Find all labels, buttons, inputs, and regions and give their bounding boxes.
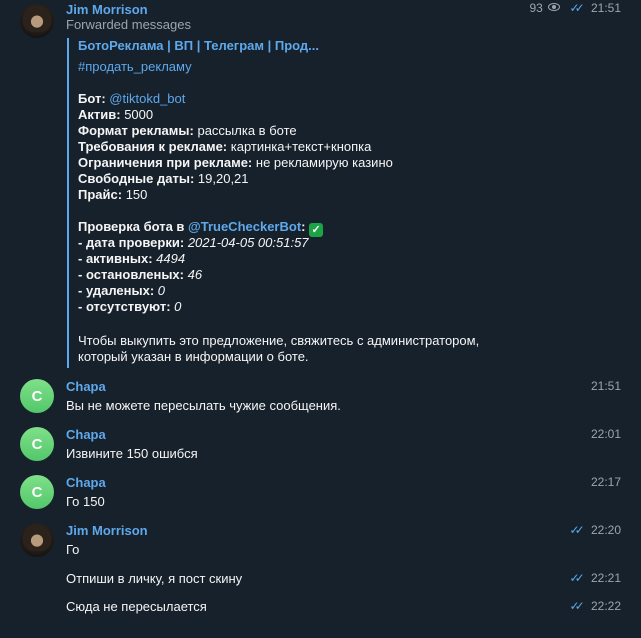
requirements-label: Требования к рекламе: — [78, 139, 228, 154]
checker-bot-link[interactable]: @TrueCheckerBot — [188, 219, 301, 234]
format-value: рассылка в боте — [197, 123, 297, 138]
hashtag-link[interactable]: #продать_рекламу — [78, 59, 192, 74]
avatar-jim-morrison[interactable] — [20, 523, 54, 557]
avatar-chapa[interactable]: C — [20, 427, 54, 461]
sender-name[interactable]: Chapa — [66, 427, 106, 442]
message-time: 22:17 — [590, 475, 621, 489]
message-item[interactable]: Отпиши в личку, я пост скину ✓✓ 22:21 — [0, 568, 641, 592]
footer-line-2: который указан в информации о боте. — [78, 349, 309, 364]
message-text: Го — [66, 542, 80, 557]
avatar-chapa[interactable]: C — [20, 475, 54, 509]
view-count: 93 — [529, 1, 561, 15]
forwarded-block[interactable]: БотоРеклама | ВП | Телеграм | Прод... #п… — [67, 38, 629, 368]
active-label: Актив: — [78, 107, 121, 122]
check-box-emoji: ✓ — [309, 223, 324, 237]
message-item[interactable]: C Chapa Го 150 22:17 — [0, 474, 641, 520]
sender-name[interactable]: Chapa — [66, 475, 106, 490]
message-text: Сюда не пересылается — [66, 599, 207, 614]
price-value: 150 — [125, 187, 148, 202]
avatar-jim-morrison[interactable] — [20, 4, 54, 38]
double-check-icon: ✓✓ — [569, 599, 585, 613]
limits-label: Ограничения при рекламе: — [78, 155, 253, 170]
bot-link[interactable]: @tiktokd_bot — [109, 91, 185, 106]
dates-value: 19,20,21 — [197, 171, 249, 186]
forwarded-label: Forwarded messages — [66, 17, 191, 32]
stopped-label: - остановленых: — [78, 267, 184, 282]
absent-label: - отсутствуют: — [78, 299, 171, 314]
check-date-label: - дата проверки: — [78, 235, 185, 250]
requirements-value: картинка+текст+кнопка — [230, 139, 372, 154]
stopped-value: 46 — [187, 267, 203, 282]
message-text: Го 150 — [66, 494, 105, 509]
message-time: 22:22 — [590, 599, 621, 613]
message-time: 21:51 — [590, 379, 621, 393]
double-check-icon: ✓✓ — [569, 1, 585, 15]
check-label: Проверка бота в — [78, 219, 185, 234]
message-meta: ✓✓ 22:21 — [570, 571, 621, 585]
avatar-chapa[interactable]: C — [20, 379, 54, 413]
message-forwarded[interactable]: Jim Morrison Forwarded messages 93 ✓✓ 21… — [0, 0, 641, 372]
message-item[interactable]: Сюда не пересылается ✓✓ 22:22 — [0, 596, 641, 620]
message-text: Отпиши в личку, я пост скину — [66, 571, 243, 586]
double-check-icon: ✓✓ — [569, 571, 585, 585]
deleted-value: 0 — [157, 283, 166, 298]
active-value: 5000 — [124, 107, 154, 122]
message-item[interactable]: C Chapa Вы не можете пересылать чужие со… — [0, 378, 641, 424]
sender-name[interactable]: Jim Morrison — [66, 2, 148, 17]
dates-label: Свободные даты: — [78, 171, 195, 186]
active-count-label: - активных: — [78, 251, 153, 266]
message-item[interactable]: C Chapa Извините 150 ошибся 22:01 — [0, 426, 641, 472]
check-date-value: 2021-04-05 00:51:57 — [187, 235, 309, 250]
message-item[interactable]: Jim Morrison Го ✓✓ 22:20 — [0, 522, 641, 566]
forward-source-title[interactable]: БотоРеклама | ВП | Телеграм | Прод... — [78, 38, 319, 53]
deleted-label: - удаленых: — [78, 283, 155, 298]
check-colon: : — [301, 219, 306, 234]
message-time: 22:20 — [590, 523, 621, 537]
message-meta: ✓✓ 22:22 — [570, 599, 621, 613]
message-meta: 93 ✓✓ 21:51 — [529, 1, 621, 15]
sender-name[interactable]: Jim Morrison — [66, 523, 148, 538]
footer-line-1: Чтобы выкупить это предложение, свяжитес… — [78, 333, 480, 348]
message-meta: ✓✓ 22:20 — [570, 523, 621, 537]
message-time: 21:51 — [590, 1, 621, 15]
active-count-value: 4494 — [156, 251, 186, 266]
message-time: 22:01 — [590, 427, 621, 441]
format-label: Формат рекламы: — [78, 123, 194, 138]
absent-value: 0 — [174, 299, 182, 314]
price-label: Прайс: — [78, 187, 123, 202]
message-text: Вы не можете пересылать чужие сообщения. — [66, 398, 341, 413]
eye-icon — [548, 3, 561, 11]
bot-label: Бот: — [78, 91, 106, 106]
limits-value: не рекламирую казино — [255, 155, 393, 170]
sender-name[interactable]: Chapa — [66, 379, 106, 394]
message-text: Извините 150 ошибся — [66, 446, 198, 461]
message-time: 22:21 — [590, 571, 621, 585]
double-check-icon: ✓✓ — [569, 523, 585, 537]
